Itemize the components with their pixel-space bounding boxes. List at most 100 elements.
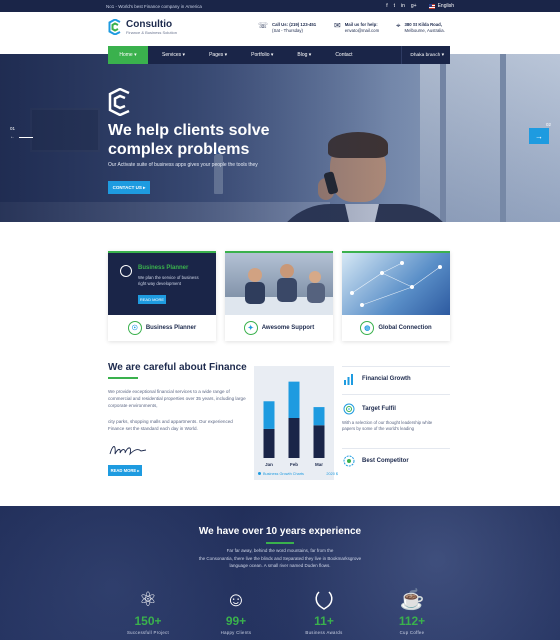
card-label: ◍ Global Connection [342, 321, 450, 335]
network-image [342, 251, 450, 315]
chart-legend: Business Growth Charts 2020 $ [258, 472, 338, 476]
nav-home[interactable]: Home ▾ [108, 46, 148, 64]
site-logo[interactable]: Consultio Finance & Business Solution [108, 19, 177, 35]
stats-text-line-2: the Consonantia, there live the blindx a… [198, 555, 362, 561]
logo-mark-icon [108, 19, 121, 35]
about-paragraph-1: We provide exceptional financial service… [108, 389, 246, 408]
stats-text-line-3: language ocean. A small river named Dude… [229, 563, 331, 568]
stats-description: Far far away, behind the word mountains,… [190, 547, 370, 570]
nav-contact[interactable]: Contact [327, 46, 360, 64]
about-title: We are careful about Finance [108, 362, 247, 373]
stat-clients: ☺ 99+ Happy Clients [196, 590, 276, 635]
card-label: ☉ Business Planner [108, 321, 216, 335]
stat-number: 150+ [134, 614, 162, 628]
chart-tick-label: Feb [290, 462, 298, 467]
target-icon [342, 402, 356, 416]
card-label-text: Business Planner [145, 325, 197, 331]
nav-services[interactable]: Services ▾ [154, 46, 193, 64]
smile-icon: ☺ [225, 589, 247, 611]
meeting-illustration [225, 264, 333, 315]
bar-chart-icon [342, 372, 356, 386]
about-read-more-button[interactable]: READ MORE ▸ [108, 465, 142, 476]
branch-selector[interactable]: Dhaka branch ▾ [401, 46, 450, 64]
stat-coffee: ☕ 112+ Cup Coffee [372, 590, 452, 635]
globe-icon: ◍ [360, 321, 375, 335]
slide-prev-number: 01 [10, 126, 16, 131]
stat-number: 11+ [314, 614, 334, 628]
prev-slide-button[interactable]: ← [10, 134, 38, 140]
stats-section: We have over 10 years experience Far far… [0, 506, 560, 640]
stat-awards: 11+ Business Awards [284, 590, 364, 635]
feature-financial-growth: Financial Growth [342, 372, 450, 386]
stat-number: 99+ [225, 614, 247, 628]
stat-label: Happy Clients [220, 630, 252, 635]
google-plus-icon[interactable]: g+ [411, 3, 417, 9]
signature-image [109, 446, 147, 456]
stat-number: 112+ [398, 614, 426, 628]
chart-bar-jan-series-2 [263, 401, 275, 429]
chart-legend-label: Business Growth Charts [258, 472, 304, 476]
stats-divider [266, 542, 294, 544]
chart-bar-feb-series-2 [288, 381, 300, 418]
meeting-image [225, 251, 333, 315]
location-icon: ⌖ [396, 21, 401, 30]
mail-icon: ✉ [334, 21, 341, 30]
address-line-2: Melbourne, Australia. [404, 28, 445, 33]
hero-title: We help clients solve complex problems [108, 121, 348, 159]
competitor-icon [342, 454, 356, 468]
arrow-right-icon: → [535, 131, 543, 141]
about-divider [108, 377, 138, 379]
email-value[interactable]: envato@mail.com [345, 28, 379, 34]
chart-year-label: 2020 $ [326, 472, 338, 476]
atom-icon: ⚛ [139, 589, 157, 611]
growth-chart: Jan Feb Mar [254, 366, 334, 480]
card-read-more-button[interactable]: READ MORE [138, 295, 166, 304]
social-links: f t in g+ English [386, 3, 454, 9]
main-nav: Home ▾ Services ▾ Pages ▾ Portfolio ▾ Bl… [108, 46, 450, 64]
card-overlay-title: Business Planner [138, 265, 189, 271]
planner-icon: ☉ [127, 321, 142, 335]
about-paragraph-2: city parks, shopping malls and appartmen… [108, 419, 233, 431]
feature-title: Target Fulfil [362, 406, 396, 412]
chart-bar-mar-series-1 [313, 425, 325, 458]
growth-chart-svg: Jan Feb Mar [263, 381, 325, 467]
feature-divider [342, 366, 450, 367]
stat-projects: ⚛ 150+ Successfull Project [108, 590, 188, 635]
us-flag-icon [428, 3, 435, 9]
service-card-awesome-support[interactable]: ✦ Awesome Support [225, 251, 333, 341]
network-illustration [350, 261, 442, 307]
chart-tick-label: Jan [265, 462, 273, 467]
contact-us-button[interactable]: CONTACT US ▸ [108, 181, 150, 194]
stat-label: Business Awards [305, 630, 343, 635]
language-label: English [437, 3, 454, 9]
lightbulb-icon [120, 265, 132, 277]
stat-label: Cup Coffee [399, 630, 425, 635]
chart-bar-feb-series-1 [288, 418, 300, 458]
phone-hours: (Sat - Thursday) [272, 28, 303, 33]
hero-subtitle: Our Activate suite of business apps give… [108, 162, 258, 168]
hero-title-line-1: We help clients solve [108, 122, 270, 139]
stat-label: Successfull Project [127, 630, 169, 635]
phone-icon: ☏ [258, 21, 269, 30]
language-selector[interactable]: English [428, 3, 454, 9]
facebook-icon[interactable]: f [386, 3, 387, 9]
feature-divider [342, 448, 450, 449]
next-slide-button[interactable]: → [529, 128, 549, 144]
chart-legend-text: Business Growth Charts [263, 472, 304, 476]
nav-pages[interactable]: Pages ▾ [201, 46, 235, 64]
card-label: ✦ Awesome Support [225, 321, 333, 335]
nav-blog[interactable]: Blog ▾ [289, 46, 319, 64]
nav-portfolio[interactable]: Portfolio ▾ [243, 46, 281, 64]
service-card-business-planner[interactable]: Business Planner We plan the service of … [108, 251, 216, 341]
twitter-icon[interactable]: t [394, 3, 395, 9]
linkedin-icon[interactable]: in [401, 3, 405, 9]
service-card-global-connection[interactable]: ◍ Global Connection [342, 251, 450, 341]
contact-email: ✉ Mail us for help: envato@mail.com [334, 22, 379, 34]
slide-next-number: 02 [546, 122, 552, 127]
chart-tick-label: Mar [315, 462, 323, 467]
feature-target-fulfil: Target Fulfil With a selection of our th… [342, 402, 450, 432]
chart-bar-mar-series-2 [313, 407, 325, 426]
site-header: Consultio Finance & Business Solution ☏ … [0, 12, 560, 46]
feature-title: Financial Growth [362, 376, 411, 382]
hero-logo-icon [108, 88, 130, 116]
